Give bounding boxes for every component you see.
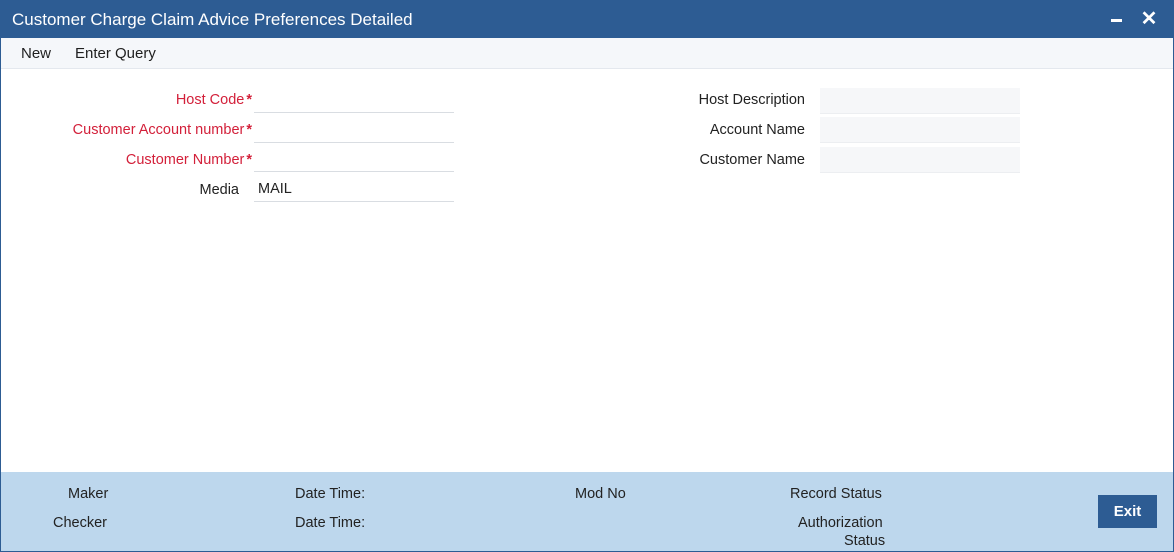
maker-label: Maker <box>68 486 109 502</box>
record-status-label: Record Status <box>790 486 882 502</box>
minimize-button[interactable] <box>1104 7 1128 31</box>
close-button[interactable]: ✕ <box>1137 7 1161 31</box>
window-title: Customer Charge Claim Advice Preferences… <box>12 10 413 29</box>
customer-account-number-input[interactable] <box>254 117 454 143</box>
customer-account-number-label: Customer Account number * <box>73 122 252 138</box>
exit-button[interactable]: Exit <box>1098 495 1157 528</box>
close-icon: ✕ <box>1140 8 1158 30</box>
customer-number-input[interactable] <box>254 146 454 172</box>
account-name-field <box>820 117 1020 143</box>
authorization-status-label-line1: Authorization <box>798 515 883 531</box>
host-code-input[interactable] <box>254 87 454 113</box>
host-code-label-text: Host Code <box>175 92 245 108</box>
media-input[interactable] <box>254 176 454 202</box>
account-name-label: Account Name <box>709 122 805 138</box>
menu-bar: New Enter Query <box>1 38 1173 69</box>
host-code-label: Host Code * <box>176 92 252 108</box>
customer-number-label: Customer Number * <box>126 152 252 168</box>
checker-label: Checker <box>53 515 107 531</box>
menu-item-enter-query[interactable]: Enter Query <box>75 45 156 62</box>
required-marker: * <box>246 92 252 108</box>
audit-footer: Maker Checker Date Time: Date Time: Mod … <box>1 472 1173 551</box>
minimize-icon <box>1110 19 1122 23</box>
title-bar[interactable]: Customer Charge Claim Advice Preferences… <box>1 1 1173 38</box>
mod-no-label: Mod No <box>575 486 626 502</box>
authorization-status-label-line2: Status <box>844 533 886 549</box>
menu-item-new[interactable]: New <box>21 45 51 62</box>
checker-date-time-label: Date Time: <box>295 515 366 531</box>
host-description-label: Host Description <box>698 92 805 108</box>
maker-date-time-label: Date Time: <box>295 486 366 502</box>
customer-name-label: Customer Name <box>699 152 805 168</box>
host-description-field <box>820 88 1020 114</box>
media-label: Media <box>199 182 240 198</box>
customer-account-number-label-text: Customer Account number <box>72 122 245 138</box>
required-marker: * <box>246 152 252 168</box>
required-marker: * <box>246 122 252 138</box>
main-window: Customer Charge Claim Advice Preferences… <box>0 0 1174 552</box>
customer-number-label-text: Customer Number <box>125 152 245 168</box>
customer-name-field <box>820 147 1020 173</box>
